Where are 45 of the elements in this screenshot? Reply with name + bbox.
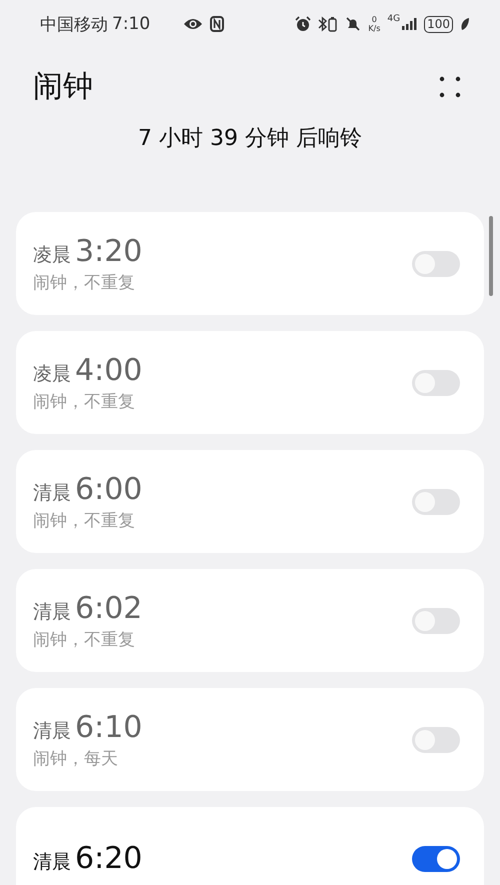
eye-icon xyxy=(183,17,204,31)
alarm-time: 6:02 xyxy=(75,590,142,626)
alarm-toggle[interactable] xyxy=(412,488,460,514)
battery-level: 100 xyxy=(424,16,453,32)
alarm-card[interactable]: 凌晨 3:20 闹钟，不重复 xyxy=(16,212,484,315)
alarm-time: 6:00 xyxy=(75,472,142,506)
alarm-toggle[interactable] xyxy=(412,726,460,752)
alarm-description: 闹钟，不重复 xyxy=(33,628,136,650)
alarm-toggle[interactable] xyxy=(412,370,460,396)
status-time: 7:10 xyxy=(112,14,150,34)
alarm-period: 清晨 xyxy=(33,718,71,744)
alarm-description: 闹钟，每天 xyxy=(33,748,119,770)
alarm-toggle[interactable] xyxy=(412,250,460,276)
nfc-icon xyxy=(210,16,224,32)
bluetooth-battery-icon xyxy=(318,16,338,32)
next-alarm-text: 7 小时 39 分钟 后响铃 xyxy=(137,125,363,153)
alarm-card[interactable]: 凌晨 4:00 闹钟，不重复 xyxy=(16,331,484,434)
leaf-icon xyxy=(460,17,470,31)
alarm-period: 凌晨 xyxy=(33,242,71,268)
alarm-period: 凌晨 xyxy=(33,362,71,386)
alarm-period: 清晨 xyxy=(33,480,71,506)
alarm-time: 3:20 xyxy=(75,234,142,268)
alarm-time: 4:00 xyxy=(75,352,142,388)
speed-value: 0 xyxy=(372,15,377,24)
alarm-toggle[interactable] xyxy=(412,846,460,872)
alarm-card[interactable]: 清晨 6:00 闹钟，不重复 xyxy=(16,450,484,553)
alarm-toggle[interactable] xyxy=(412,608,460,634)
network-type: 4G xyxy=(387,14,400,24)
alarm-period: 清晨 xyxy=(33,600,71,624)
alarm-time: 6:10 xyxy=(75,710,142,744)
alarm-time: 6:20 xyxy=(75,841,142,876)
alarm-card[interactable]: 清晨 6:02 闹钟，不重复 xyxy=(16,569,484,672)
carrier-name: 中国移动 xyxy=(40,14,108,36)
alarm-description: 闹钟，不重复 xyxy=(33,510,136,532)
muted-bell-icon xyxy=(345,16,362,32)
alarm-icon xyxy=(295,16,312,32)
alarm-card[interactable]: 清晨 6:20 xyxy=(16,807,484,885)
page-title: 闹钟 xyxy=(33,68,93,106)
more-icon[interactable] xyxy=(438,74,462,98)
alarm-description: 闹钟，不重复 xyxy=(33,390,136,412)
alarm-period: 清晨 xyxy=(33,850,71,875)
signal-icon xyxy=(401,17,418,31)
alarm-description: 闹钟，不重复 xyxy=(33,272,136,294)
speed-unit: K/s xyxy=(368,24,380,33)
alarm-card[interactable]: 清晨 6:10 闹钟，每天 xyxy=(16,688,484,791)
